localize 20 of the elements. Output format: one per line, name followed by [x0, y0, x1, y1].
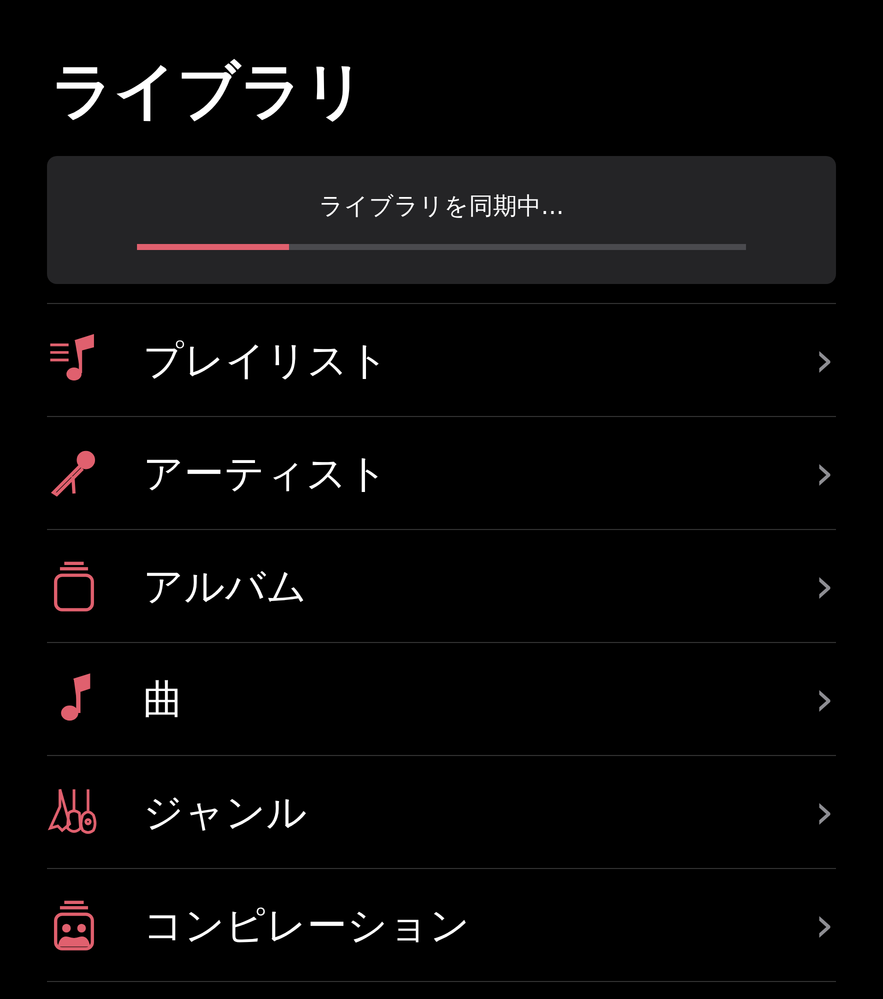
chevron: ›	[814, 788, 834, 836]
chevron: ›	[814, 675, 834, 723]
row-label: アルバム	[143, 562, 308, 612]
sync-status: ライブラリを同期中...	[319, 191, 564, 222]
page-title: ライブラリ	[51, 53, 367, 129]
library-row[interactable]: アーティスト ›	[47, 416, 836, 529]
chevron: ›	[814, 336, 834, 384]
row-label: ジャンル	[143, 788, 308, 838]
library-row[interactable]: アルバム ›	[47, 529, 836, 642]
chevron: ›	[814, 901, 834, 949]
library-row[interactable]: 曲 ›	[47, 642, 836, 755]
chevron: ›	[814, 562, 834, 610]
row-label: アーティスト	[143, 450, 389, 498]
row-label: コンピレーション	[143, 902, 471, 950]
library-row[interactable]: ジャンル ›	[47, 755, 836, 868]
library-row[interactable]: プレイリスト ›	[47, 303, 836, 416]
row-label: 曲	[143, 676, 184, 724]
library-row[interactable]: コンピレーション ›	[47, 868, 836, 982]
row-label: プレイリスト	[143, 336, 390, 386]
chevron: ›	[814, 449, 834, 497]
